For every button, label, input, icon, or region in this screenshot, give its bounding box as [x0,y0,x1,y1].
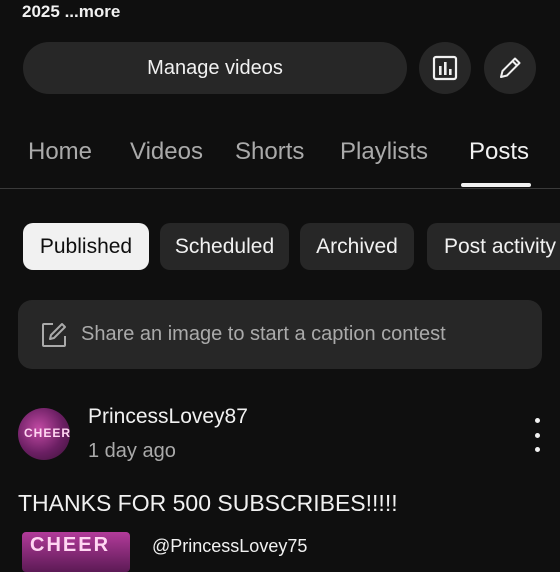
tab-videos[interactable]: Videos [130,138,203,166]
edit-channel-button[interactable] [484,42,536,94]
post-attachment-thumbnail[interactable]: CHEER [22,532,130,572]
more-vert-icon-dot [534,418,540,423]
filter-chip-published[interactable]: Published [23,223,149,270]
filter-chip-archived[interactable]: Archived [300,223,414,270]
post-author[interactable]: PrincessLovey87 [88,405,248,429]
description-year: 2025 [22,2,60,21]
filter-chip-post-activity[interactable]: Post activity [427,223,560,270]
manage-videos-button[interactable]: Manage videos [23,42,407,94]
description-more-line[interactable]: 2025 ...more [22,2,120,22]
more-vert-icon-dot [534,432,540,438]
filter-chip-label: Published [39,234,133,258]
more-vert-icon-dot [534,447,540,452]
filter-chip-label: Archived [316,234,398,258]
pencil-icon [500,57,521,78]
more-link[interactable]: ...more [65,2,121,21]
attachment-username[interactable]: @PrincessLovey75 [152,536,307,557]
tab-playlists[interactable]: Playlists [340,138,428,166]
caption-contest-text: Share an image to start a caption contes… [81,323,446,345]
analytics-button[interactable] [419,42,471,94]
post-menu-button[interactable] [526,418,548,452]
filter-chip-label: Post activity [444,234,557,258]
bar-chart-icon [432,55,458,81]
tab-posts[interactable]: Posts [469,138,529,166]
active-tab-indicator [461,183,531,187]
filter-chip-label: Scheduled [174,234,275,258]
edit-square-icon [42,322,66,347]
avatar[interactable]: CHEER [18,408,70,460]
manage-videos-label: Manage videos [147,56,283,79]
caption-contest-prompt[interactable]: Share an image to start a caption contes… [18,300,542,369]
attachment-text: CHEER [30,534,111,556]
avatar-text: CHEER [24,426,70,440]
post-text: THANKS FOR 500 SUBSCRIBES!!!!! [18,490,398,516]
tab-home[interactable]: Home [28,138,92,166]
channel-tabs: Home Videos Shorts Playlists Posts [0,128,560,189]
post-time: 1 day ago [88,440,176,462]
tab-shorts[interactable]: Shorts [235,138,304,166]
filter-chip-scheduled[interactable]: Scheduled [160,223,289,270]
